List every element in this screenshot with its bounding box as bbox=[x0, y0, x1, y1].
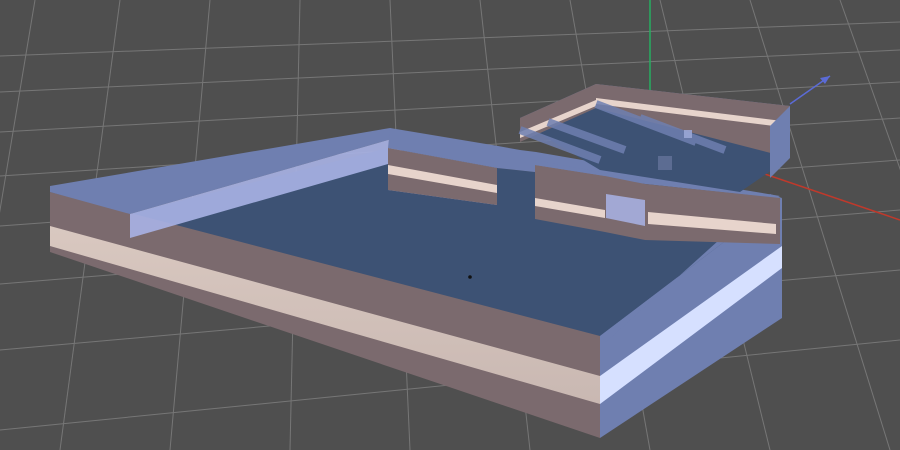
3d-viewport[interactable] bbox=[0, 0, 900, 450]
viewport-canvas[interactable] bbox=[0, 0, 900, 450]
annex-door-marker bbox=[658, 156, 672, 170]
model-pivot-dot bbox=[468, 275, 472, 279]
wall-model[interactable] bbox=[50, 84, 790, 438]
annex-window-marker bbox=[684, 130, 692, 138]
